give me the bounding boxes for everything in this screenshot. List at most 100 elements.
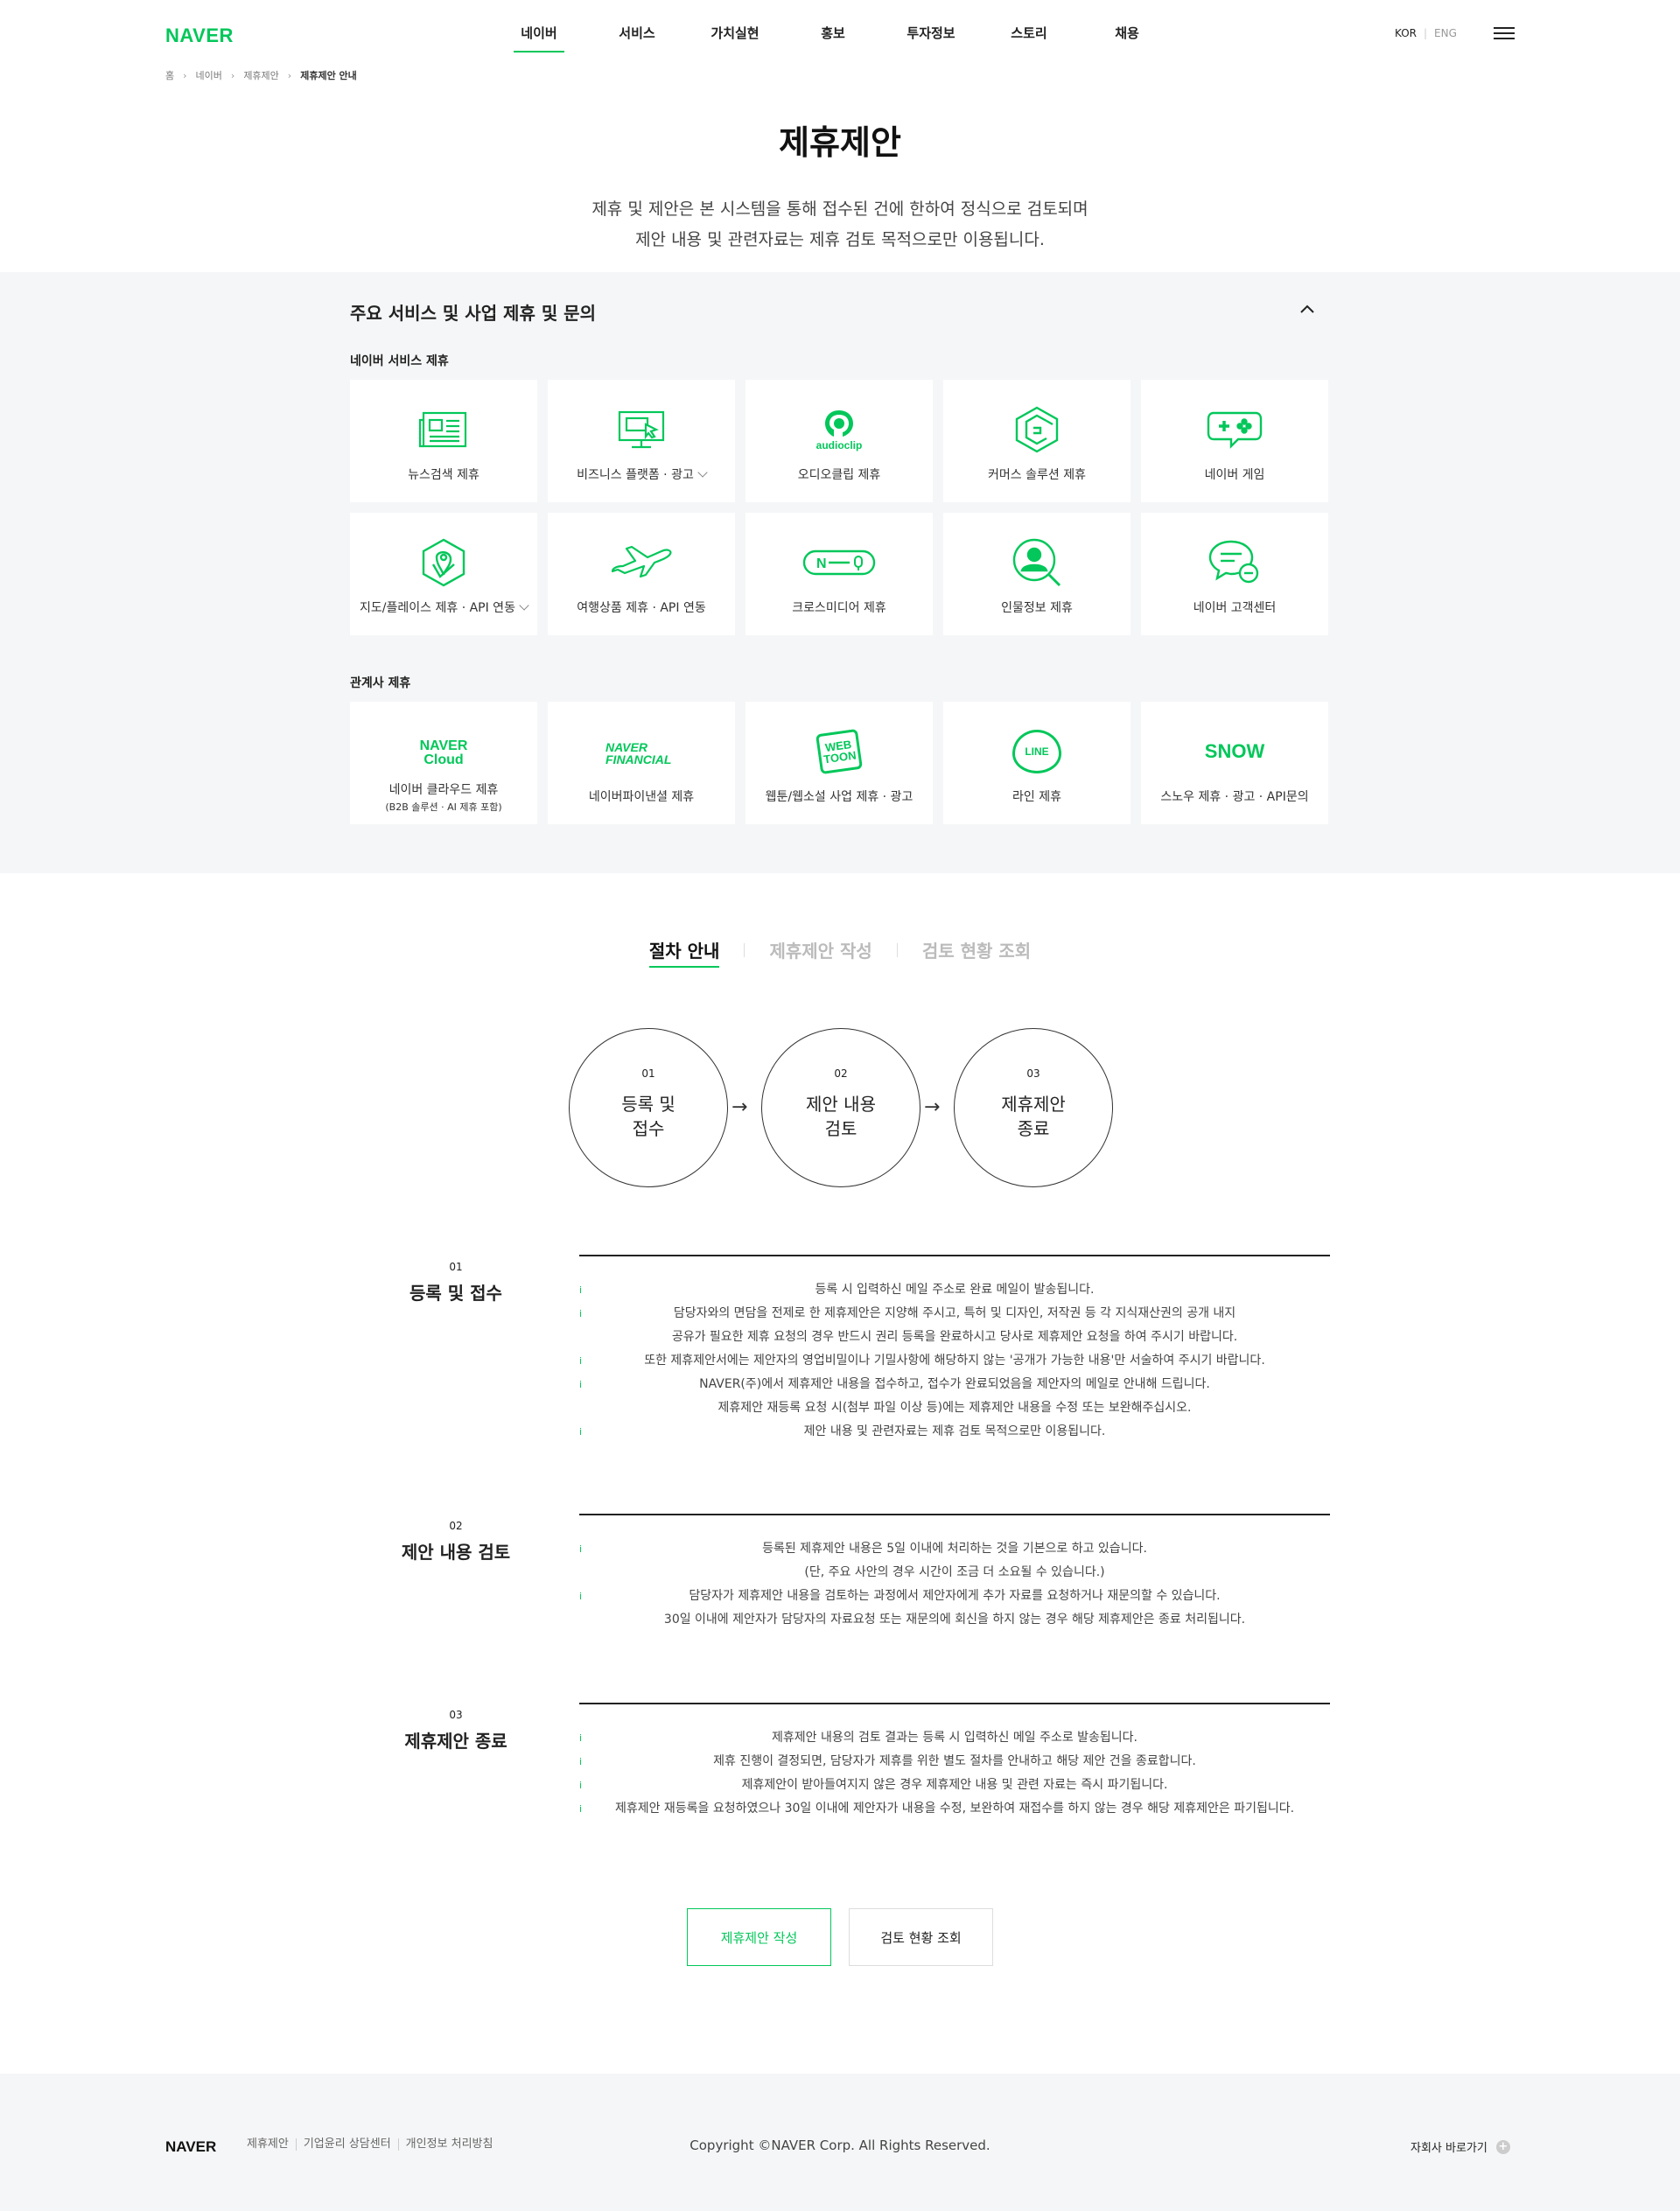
list-item: i 제휴제안 내용의 검토 결과는 등록 시 입력하신 메일 주소로 발송됩니다. xyxy=(579,1726,1330,1750)
family-site-label: 자회사 바로가기 xyxy=(1410,2142,1488,2155)
card-customer-center[interactable]: 네이버 고객센터 xyxy=(1141,513,1328,635)
card-label: 네이버 고객센터 xyxy=(1193,601,1277,615)
card-travel[interactable]: 여행상품 제휴 · API 연동 xyxy=(548,513,735,635)
card-label: 웹툰/웹소설 사업 제휴 · 광고 xyxy=(765,790,914,804)
bullet-icon: i xyxy=(579,1803,583,1815)
nav-recruit[interactable]: 채용 xyxy=(1078,24,1176,52)
section-2-list: i 등록된 제휴제안 내용은 5일 이내에 처리하는 것을 기본으로 하고 있습니… xyxy=(579,1537,1330,1632)
nav-story[interactable]: 스토리 xyxy=(980,24,1078,52)
naver-logo[interactable]: NAVER xyxy=(165,24,234,47)
breadcrumb-partnership[interactable]: 제휴제안 xyxy=(243,68,278,82)
partnership-heading: 주요 서비스 및 사업 제휴 및 문의 xyxy=(350,303,596,324)
breadcrumb-home[interactable]: 홈 xyxy=(165,68,174,82)
step-label-line-1: 등록 및 xyxy=(621,1094,676,1115)
card-news-search[interactable]: 뉴스검색 제휴 xyxy=(350,380,537,502)
list-item: 공유가 필요한 제휴 요청의 경우 반드시 권리 등록을 완료하시고 당사로 제… xyxy=(671,1330,1238,1344)
card-commerce-solution[interactable]: 커머스 솔루션 제휴 xyxy=(943,380,1130,502)
chevron-up-icon[interactable] xyxy=(1298,300,1316,318)
bullet-icon: i xyxy=(579,1284,583,1296)
step-label-line-1: 제안 내용 xyxy=(806,1094,876,1115)
card-label: 여행상품 제휴 · API 연동 xyxy=(577,601,706,615)
person-search-icon xyxy=(1012,538,1061,587)
line-logo: LINE xyxy=(1012,730,1061,773)
nav-service[interactable]: 서비스 xyxy=(588,24,686,52)
section-number: 02 xyxy=(449,1520,463,1532)
card-webtoon[interactable]: WEB TOON 웹툰/웹소설 사업 제휴 · 광고 xyxy=(746,702,933,824)
card-label: 네이버 게임 xyxy=(1204,468,1265,482)
review-status-button[interactable]: 검토 현황 조회 xyxy=(849,1908,993,1966)
step-number: 02 xyxy=(834,1067,848,1080)
tab-write-proposal[interactable]: 제휴제안 작성 xyxy=(745,937,896,962)
list-item: i 제휴제안 재등록을 요청하였으나 30일 이내에 제안자가 내용을 수정, 보… xyxy=(579,1797,1330,1821)
section-title: 등록 및 접수 xyxy=(410,1283,502,1304)
tab-procedure[interactable]: 절차 안내 xyxy=(625,937,745,968)
list-item: i 담당자가 제휴제안 내용을 검토하는 과정에서 제안자에게 추가 자료를 요청… xyxy=(579,1585,1330,1608)
card-crossmedia[interactable]: N 크로스미디어 제휴 xyxy=(746,513,933,635)
bullet-icon: i xyxy=(579,1591,583,1602)
naver-service-grid: 뉴스검색 제휴 비즈니스 플랫폼 · 광고 audioclip 오디오클립 제휴… xyxy=(350,380,1328,635)
card-snow[interactable]: SNOW 스노우 제휴 · 광고 · API문의 xyxy=(1141,702,1328,824)
lang-kor[interactable]: KOR xyxy=(1395,27,1417,39)
language-switch: KOR | ENG xyxy=(1395,27,1457,39)
chevron-right-icon: › xyxy=(230,69,235,81)
step-number: 01 xyxy=(641,1067,655,1080)
lang-divider: | xyxy=(1424,27,1428,39)
lang-eng[interactable]: ENG xyxy=(1434,27,1457,39)
card-label: 오디오클립 제휴 xyxy=(797,468,881,482)
card-map-place[interactable]: 지도/플레이스 제휴 · API 연동 xyxy=(350,513,537,635)
family-site-link[interactable]: 자회사 바로가기 + xyxy=(1410,2138,1510,2155)
bullet-icon: i xyxy=(579,1756,583,1767)
card-business-platform[interactable]: 비즈니스 플랫폼 · 광고 xyxy=(548,380,735,502)
write-proposal-button[interactable]: 제휴제안 작성 xyxy=(687,1908,831,1966)
card-person-info[interactable]: 인물정보 제휴 xyxy=(943,513,1130,635)
naver-financial-logo: NAVER xyxy=(606,740,648,754)
section-divider xyxy=(579,1255,1330,1256)
step-label-line-2: 검토 xyxy=(824,1118,858,1139)
page-description: 제휴 및 제안은 본 시스템을 통해 접수된 건에 한하여 정식으로 검토되며 … xyxy=(0,194,1680,255)
list-item: i 등록된 제휴제안 내용은 5일 이내에 처리하는 것을 기본으로 하고 있습니… xyxy=(579,1537,1330,1561)
card-label: 뉴스검색 제휴 xyxy=(408,468,480,482)
naver-cloud-logo-sub: Cloud xyxy=(424,752,464,767)
list-item: i 제안 내용 및 관련자료는 제휴 검토 목적으로만 이용됩니다. xyxy=(579,1420,1330,1444)
hamburger-menu-icon[interactable] xyxy=(1494,27,1515,41)
nav-pr[interactable]: 홍보 xyxy=(784,24,882,52)
arrow-right-icon: → xyxy=(732,1096,748,1118)
section-number: 01 xyxy=(449,1261,463,1273)
bullet-icon: i xyxy=(579,1780,583,1791)
card-audioclip[interactable]: audioclip 오디오클립 제휴 xyxy=(746,380,933,502)
chevron-down-icon[interactable] xyxy=(519,600,529,611)
card-label: 지도/플레이스 제휴 · API 연동 xyxy=(360,601,515,615)
gamepad-icon xyxy=(1207,411,1263,449)
section-divider xyxy=(579,1514,1330,1515)
list-item: i NAVER(주)에서 제휴제안 내용을 접수하고, 접수가 완료되었음을 제안… xyxy=(579,1373,1330,1396)
plus-icon: + xyxy=(1495,2139,1510,2154)
arrow-right-icon: → xyxy=(924,1096,941,1118)
naver-service-heading: 네이버 서비스 제휴 xyxy=(350,354,449,368)
audioclip-wordmark: audioclip xyxy=(816,439,863,451)
card-naver-cloud[interactable]: NAVER Cloud 네이버 클라우드 제휴 (B2B 솔루션 · AI 제휴 … xyxy=(350,702,537,824)
section-title: 제휴제안 종료 xyxy=(404,1731,508,1752)
nav-value[interactable]: 가치실현 xyxy=(686,24,784,52)
bullet-icon: i xyxy=(579,1732,583,1744)
list-item: 제휴제안 재등록 요청 시(첨부 파일 이상 등)에는 제휴제안 내용을 수정 … xyxy=(718,1401,1192,1415)
card-label: 스노우 제휴 · 광고 · API문의 xyxy=(1160,790,1309,804)
card-label: 라인 제휴 xyxy=(1012,790,1061,804)
nav-naver[interactable]: 네이버 xyxy=(490,24,588,52)
breadcrumb: 홈 › 네이버 › 제휴제안 › 제휴제안 안내 xyxy=(165,68,366,82)
nav-ir[interactable]: 투자정보 xyxy=(882,24,980,52)
card-line[interactable]: LINE 라인 제휴 xyxy=(943,702,1130,824)
section-3-list: i 제휴제안 내용의 검토 결과는 등록 시 입력하신 메일 주소로 발송됩니다.… xyxy=(579,1726,1330,1821)
affiliate-heading: 관계사 제휴 xyxy=(350,676,411,690)
breadcrumb-naver[interactable]: 네이버 xyxy=(196,68,222,82)
chevron-down-icon[interactable] xyxy=(697,467,708,478)
affiliate-grid: NAVER Cloud 네이버 클라우드 제휴 (B2B 솔루션 · AI 제휴 … xyxy=(350,702,1328,824)
step-label-line-1: 제휴제안 xyxy=(1001,1094,1066,1115)
crossmedia-icon: N xyxy=(802,549,876,576)
news-icon xyxy=(418,411,467,448)
card-naver-game[interactable]: 네이버 게임 xyxy=(1141,380,1328,502)
card-naver-financial[interactable]: NAVER FINANCIAL 네이버파이낸셜 제휴 xyxy=(548,702,735,824)
card-label: 크로스미디어 제휴 xyxy=(792,601,886,615)
card-label: 비즈니스 플랫폼 · 광고 xyxy=(577,468,694,482)
list-item: 30일 이내에 제안자가 담당자의 자료요청 또는 재문의에 회신을 하지 않는… xyxy=(663,1613,1246,1627)
tab-review-status[interactable]: 검토 현황 조회 xyxy=(898,937,1055,962)
